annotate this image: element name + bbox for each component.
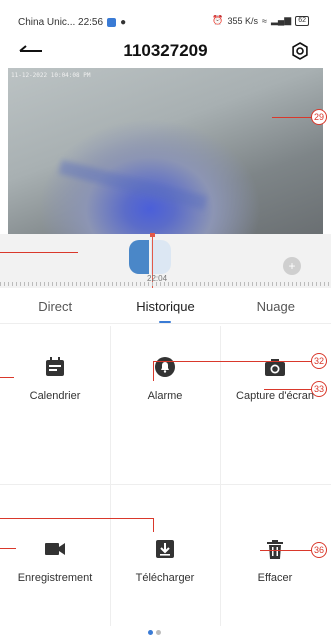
annotation-line [0,252,78,253]
callout-36: 36 [311,542,327,558]
timeline-ticks [0,282,331,286]
record-label: Enregistrement [17,572,93,584]
mode-tabs: Direct Historique Nuage [0,288,331,324]
alarm-clock-icon: ⏰ [212,15,224,25]
tab-nuage[interactable]: Nuage [221,288,331,323]
trash-icon [267,540,283,559]
download-button[interactable]: Télécharger [110,538,220,584]
annotation-line [0,377,14,378]
nav-bar: 110327209 [0,34,331,66]
settings-icon[interactable] [289,40,311,62]
wifi-icon: ≈ [262,15,267,26]
page-dot-active [148,630,153,635]
page-indicator [148,630,161,635]
zoom-in-icon[interactable]: + [283,257,301,275]
battery-icon: 62 [295,15,309,26]
playback-timeline[interactable]: 22:04 + [0,233,331,288]
annotation-line [153,361,154,381]
camera-icon [265,359,285,376]
status-bar: China Unic... 22:56 ● ⏰ 355 K/s ≈ ▂▄▆ 62 [0,0,331,34]
annotation-line [153,518,154,532]
callout-29: 29 [311,109,327,125]
tab-direct-label: Direct [38,299,73,314]
alarm-label: Alarme [147,390,183,402]
calendar-button[interactable]: Calendrier [0,356,110,402]
annotation-line [264,389,312,390]
alarm-button[interactable]: Alarme [110,356,220,402]
status-right: ⏰ 355 K/s ≈ ▂▄▆ 62 [212,15,309,26]
download-label: Télécharger [135,572,195,584]
carrier-time: China Unic... 22:56 [18,17,104,28]
annotation-line [272,117,312,118]
callout-33: 33 [311,381,327,397]
status-left: China Unic... 22:56 ● [18,17,126,28]
video-playback[interactable]: 11-12-2022 10:04:08 PM [8,68,323,234]
alarm-bell-icon [155,357,175,377]
tab-historique[interactable]: Historique [110,288,220,323]
callout-32: 32 [311,353,327,369]
delete-label: Effacer [257,572,293,584]
video-camera-icon [45,543,65,555]
cursor-marker [150,233,155,237]
annotation-line [0,518,154,519]
video-content [58,160,208,210]
device-id-title: 110327209 [123,41,208,60]
network-speed: 355 K/s [227,15,259,26]
download-icon [156,540,174,558]
tab-direct[interactable]: Direct [0,288,110,323]
app-notification-icon [107,18,117,27]
timeline-handle[interactable] [129,240,171,274]
calendar-icon [46,357,64,376]
grid-divider [0,484,331,485]
calendar-label: Calendrier [29,390,81,402]
tab-historique-label: Historique [136,299,195,314]
annotation-line [260,550,312,551]
video-timestamp: 11-12-2022 10:04:08 PM [11,72,91,79]
timeline-handle-right [151,240,171,274]
signal-icon: ▂▄▆ [270,15,292,25]
annotation-line [153,361,312,362]
timeline-handle-left [129,240,149,274]
bell-icon: ● [120,17,127,28]
tab-active-indicator [159,321,172,323]
tab-nuage-label: Nuage [256,299,295,314]
record-button[interactable]: Enregistrement [0,538,110,584]
page-dot [156,630,161,635]
annotation-line [0,548,16,549]
